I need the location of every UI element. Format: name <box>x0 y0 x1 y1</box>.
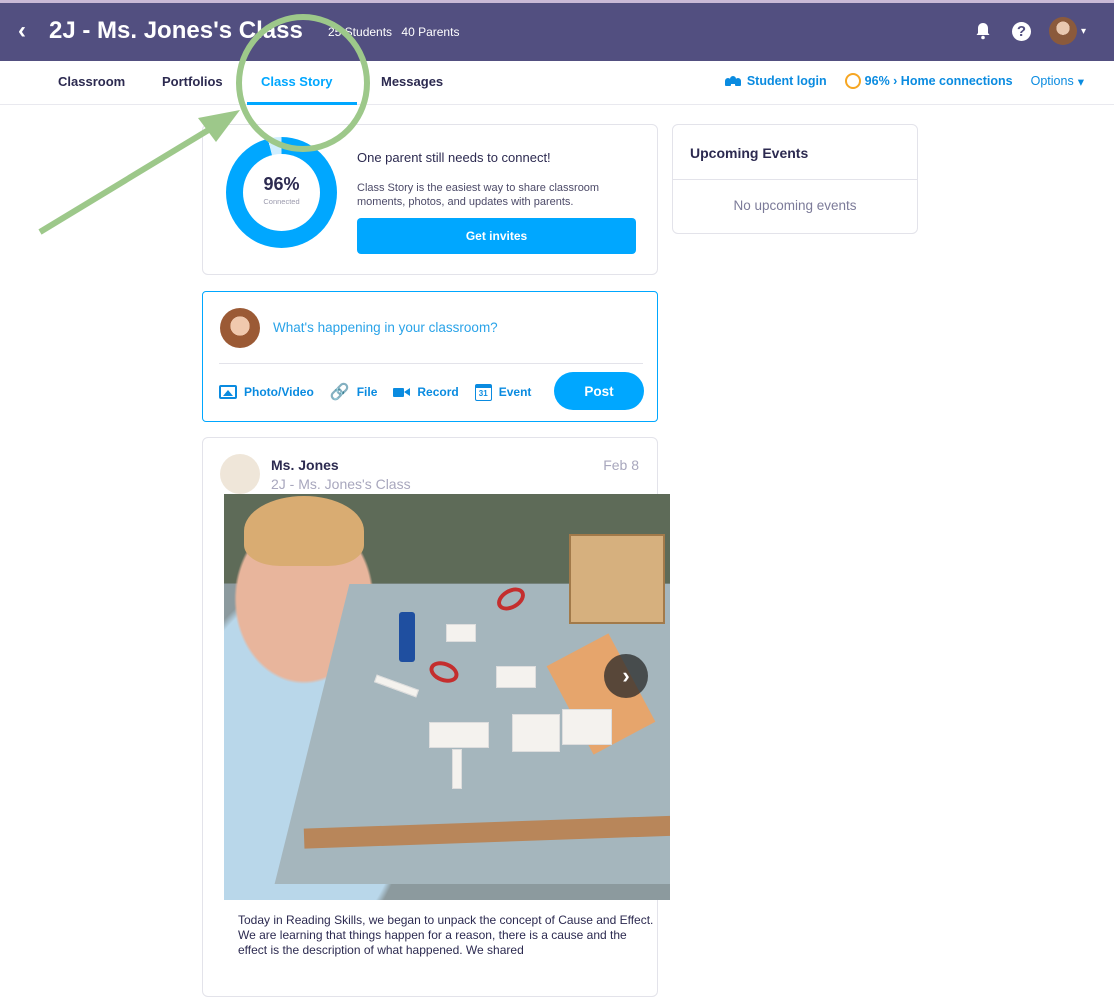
event-label: Event <box>498 385 532 399</box>
connect-description: Class Story is the easiest way to share … <box>357 182 600 208</box>
header-links: Student login 96% › Home connections Opt… <box>724 73 1084 89</box>
connection-ring-icon <box>844 73 861 89</box>
donut-center: 96% Connected <box>243 154 320 231</box>
picture-card <box>562 709 612 745</box>
photo-video-button[interactable]: Photo/Video <box>219 385 314 399</box>
post-date: Feb 8 <box>603 457 639 473</box>
tab-bar: Classroom Portfolios Class Story Message… <box>0 61 1114 105</box>
parent-count[interactable]: 40 Parents <box>401 25 459 39</box>
parent-connect-card: 96% Connected One parent still needs to … <box>202 124 658 275</box>
no-events-text: No upcoming events <box>733 198 857 213</box>
word-strip <box>452 749 462 789</box>
back-chevron-icon[interactable]: ‹ <box>18 19 26 43</box>
picture-card <box>446 624 476 642</box>
tab-portfolios[interactable]: Portfolios <box>162 74 223 89</box>
active-tab-indicator <box>247 102 357 105</box>
tab-classroom[interactable]: Classroom <box>58 74 125 89</box>
help-icon[interactable]: ? <box>1011 21 1031 41</box>
post-text-line: Today in Reading Skills, we began to unp… <box>238 913 654 927</box>
student-login-label: Student login <box>746 74 827 88</box>
post-button[interactable]: Post <box>554 372 644 410</box>
paperclip-icon: 🔗 <box>329 384 350 401</box>
class-counts: 25 Students 40 Parents <box>328 25 465 39</box>
annotation-arrow-line <box>38 123 217 235</box>
avatar <box>1048 17 1077 45</box>
glue-stick <box>399 612 415 662</box>
class-title: 2J - Ms. Jones's Class <box>49 17 303 44</box>
connected-label: Connected <box>263 197 300 206</box>
picture-card <box>512 714 560 752</box>
upcoming-events-card: Upcoming Events No upcoming events <box>672 124 918 234</box>
connect-title: One parent still needs to connect! <box>357 150 551 165</box>
post-author[interactable]: Ms. Jones <box>271 457 339 473</box>
get-invites-button[interactable]: Get invites <box>357 218 636 254</box>
student-login-link[interactable]: Student login <box>724 74 827 88</box>
events-title: Upcoming Events <box>690 145 809 161</box>
student-hair <box>244 496 364 566</box>
post-body: Today in Reading Skills, we began to unp… <box>238 913 658 958</box>
file-label: File <box>356 385 378 399</box>
avatar <box>220 308 260 348</box>
pencil-basket <box>569 534 665 624</box>
next-photo-button[interactable]: › <box>604 654 648 698</box>
calendar-icon: 31 <box>474 383 492 401</box>
home-connections-label: 96% › Home connections <box>864 74 1013 88</box>
record-label: Record <box>417 385 459 399</box>
picture-card <box>429 722 489 748</box>
chevron-down-icon: ▾ <box>1080 25 1086 37</box>
divider <box>219 363 643 364</box>
record-button[interactable]: Record <box>393 385 459 399</box>
event-button[interactable]: 31 Event <box>474 383 532 401</box>
composer-actions: Photo/Video 🔗 File Record 31 Event <box>219 382 531 402</box>
post-composer: What's happening in your classroom? Phot… <box>202 291 658 422</box>
avatar <box>220 454 260 494</box>
connected-percent: 96% <box>263 174 300 194</box>
students-icon <box>724 76 741 86</box>
divider <box>673 179 917 180</box>
account-menu[interactable]: ▾ <box>1048 17 1086 45</box>
bell-icon[interactable] <box>972 20 994 42</box>
top-icons: ? ▾ <box>972 17 1086 45</box>
file-button[interactable]: 🔗 File <box>330 382 378 402</box>
tab-messages[interactable]: Messages <box>381 74 443 89</box>
post-class-name: 2J - Ms. Jones's Class <box>271 476 411 492</box>
student-count[interactable]: 25 Students <box>328 25 392 39</box>
options-menu[interactable]: Options ▾ <box>1031 74 1084 89</box>
top-bar: ‹ 2J - Ms. Jones's Class 25 Students 40 … <box>0 0 1114 61</box>
composer-input[interactable]: What's happening in your classroom? <box>273 320 498 335</box>
photo-icon <box>219 385 237 399</box>
post-photo[interactable]: › <box>224 494 670 900</box>
picture-card <box>496 666 536 688</box>
caret-down-icon: ▾ <box>1077 74 1084 89</box>
options-label: Options <box>1030 74 1074 88</box>
photo-video-label: Photo/Video <box>244 385 314 399</box>
video-camera-icon <box>393 387 411 397</box>
home-connections-link[interactable]: 96% › Home connections <box>844 73 1013 89</box>
tab-class-story[interactable]: Class Story <box>261 74 333 89</box>
connected-donut: 96% Connected <box>226 137 337 248</box>
post-text-line: We are learning that things happen for a… <box>238 928 627 957</box>
